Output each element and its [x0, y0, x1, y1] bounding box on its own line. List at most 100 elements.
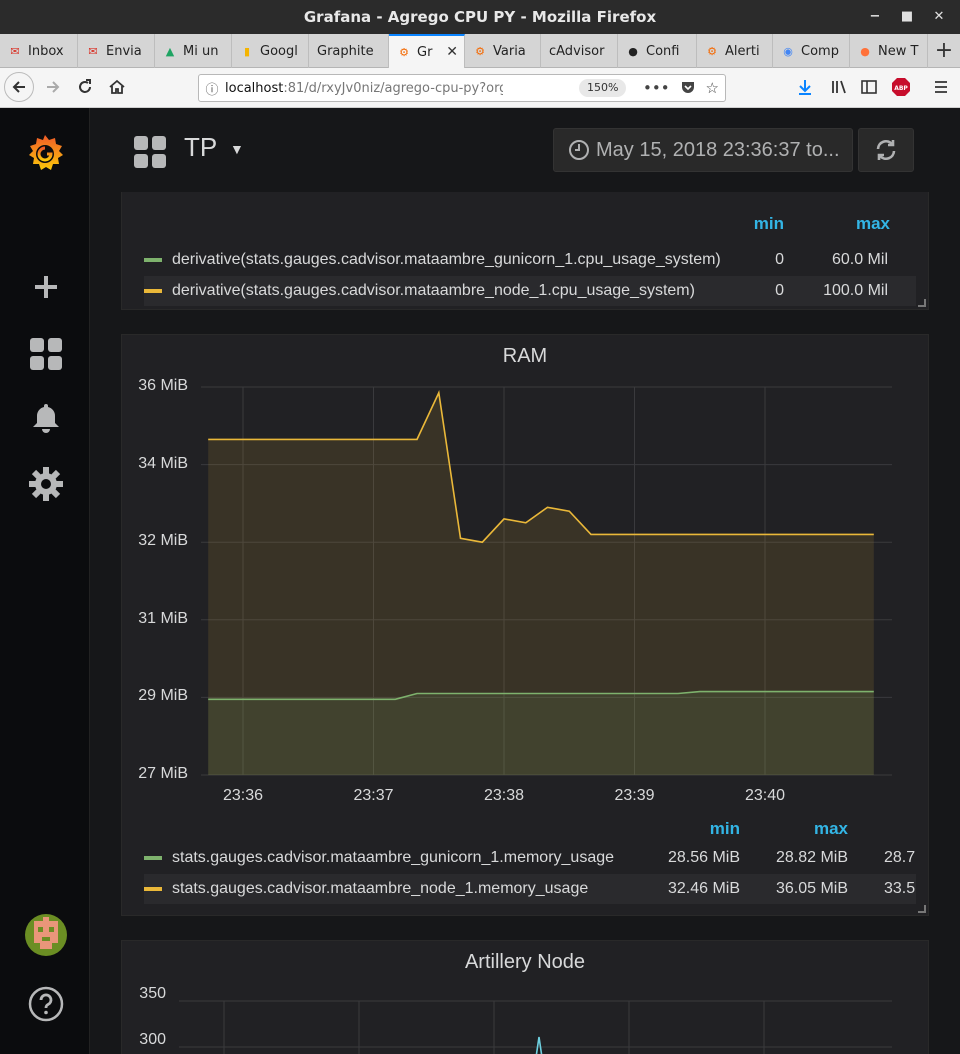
downloads-button[interactable] [790, 72, 820, 102]
legend-item[interactable]: derivative(stats.gauges.cadvisor.mataamb… [144, 276, 916, 306]
refresh-icon [876, 140, 896, 160]
tab-label: Gr [417, 45, 433, 60]
tab-label: New T [878, 43, 919, 59]
browser-tab[interactable]: ⚙ Varia [465, 34, 541, 68]
x-tick-label: 23:36 [222, 787, 264, 804]
sidebar-icon [861, 80, 877, 94]
arrow-left-icon [12, 81, 25, 93]
time-range-label: May 15, 2018 23:36:37 to... [596, 138, 840, 161]
series-min-value: 32.46 MiB [667, 880, 740, 897]
url-bar[interactable]: ⓘ localhost :81/d/rxyJv0niz/agrego-cpu-p… [198, 74, 726, 102]
legend-item[interactable]: derivative(stats.gauges.cadvisor.mataamb… [144, 245, 916, 275]
reload-button[interactable] [70, 72, 100, 102]
menu-button[interactable] [926, 72, 956, 102]
home-icon [109, 79, 125, 94]
time-range-picker[interactable]: May 15, 2018 23:36:37 to... [553, 128, 853, 172]
gmail-icon: ✉ [88, 44, 98, 58]
adblock-plus-icon: ABP [892, 78, 910, 96]
artillery-node-panel: Artillery Node 350 300 [121, 940, 929, 1054]
close-window-button[interactable]: ✕ [922, 0, 956, 34]
url-host: localhost [225, 80, 284, 96]
artillery-chart[interactable] [122, 941, 930, 1054]
adblock-button[interactable]: ABP [886, 72, 916, 102]
library-button[interactable] [824, 72, 854, 102]
grafana-sidemenu [0, 108, 90, 1054]
browser-tab[interactable]: ⚙ Gr ✕ [389, 34, 465, 69]
browser-tab[interactable]: ▲ Mi un [155, 34, 232, 68]
dashboard-search-button[interactable] [134, 136, 166, 173]
browser-tab[interactable]: cAdvisor [541, 34, 618, 68]
tab-label: Comp [801, 43, 839, 59]
y-tick-label: 300 [139, 1031, 166, 1048]
window-title-bar: Grafana - Agrego CPU PY - Mozilla Firefo… [0, 0, 960, 34]
forward-button[interactable] [38, 72, 68, 102]
dashboard-title-button[interactable]: TP ▼ [184, 132, 244, 163]
configuration-button[interactable] [26, 464, 66, 504]
home-button[interactable] [102, 72, 132, 102]
more-actions-icon[interactable]: ••• [643, 79, 670, 97]
ram-chart[interactable] [122, 335, 930, 805]
browser-tab[interactable]: ✉ Envia [78, 34, 155, 68]
y-tick-label: 34 MiB [138, 454, 188, 472]
pocket-icon[interactable] [680, 79, 696, 95]
legend-header-max[interactable]: max [796, 819, 848, 839]
gear-icon [29, 467, 63, 501]
browser-tab[interactable]: ✉ Inbox [0, 34, 78, 68]
new-tab-button[interactable]: + [928, 34, 960, 68]
dashboards-button[interactable] [26, 334, 66, 374]
maximize-button[interactable]: ■ [890, 0, 924, 34]
grafana-logo-button[interactable] [22, 130, 68, 176]
close-tab-icon[interactable]: ✕ [446, 44, 458, 60]
minimize-button[interactable]: − [858, 0, 892, 34]
series-color-swatch[interactable] [144, 856, 162, 860]
series-max-value: 60.0 Mil [831, 251, 888, 268]
browser-tab[interactable]: ▮ Googl [232, 34, 309, 68]
y-tick-label: 27 MiB [138, 765, 188, 782]
grafana-icon: ⚙ [475, 44, 485, 58]
browser-tab[interactable]: ● Confi [618, 34, 697, 68]
sidebar-button[interactable] [854, 72, 884, 102]
info-icon[interactable]: ⓘ [199, 79, 225, 98]
grafana-icon: ⚙ [707, 44, 717, 58]
series-color-swatch[interactable] [144, 258, 162, 262]
zoom-indicator[interactable]: 150% [579, 79, 627, 97]
panel-resize-handle[interactable] [918, 299, 926, 307]
legend-item[interactable]: stats.gauges.cadvisor.mataambre_node_1.m… [144, 874, 916, 904]
dashboards-grid-icon [134, 136, 166, 168]
tab-label: Googl [260, 43, 298, 59]
grafana-logo-icon [29, 135, 63, 170]
user-avatar-button[interactable] [25, 914, 67, 956]
bookmark-star-icon[interactable]: ☆ [706, 79, 719, 97]
alerting-button[interactable] [26, 398, 66, 438]
series-name: stats.gauges.cadvisor.mataambre_node_1.m… [172, 880, 589, 897]
series-avg-value: 33.5 [884, 880, 916, 897]
legend-header-min[interactable]: min [734, 214, 784, 234]
series-color-swatch[interactable] [144, 289, 162, 293]
x-tick-label: 23:40 [744, 787, 786, 804]
back-button[interactable] [4, 72, 34, 102]
help-button[interactable] [26, 984, 66, 1024]
series-line[interactable] [534, 1036, 544, 1054]
arrow-right-icon [47, 81, 60, 93]
legend-item[interactable]: stats.gauges.cadvisor.mataambre_gunicorn… [144, 843, 916, 873]
browser-tab[interactable]: Graphite [309, 34, 389, 68]
tab-label: Envia [106, 43, 142, 59]
y-tick-label: 31 MiB [138, 609, 188, 627]
panel-resize-handle[interactable] [918, 905, 926, 913]
create-button[interactable] [26, 267, 66, 307]
dashboard-main: 23:36 23:37 23:38 23:39 23:40 min max deriva… [90, 108, 960, 1054]
url-path: :81/d/rxyJv0niz/agrego-cpu-py?orgId=1&fr [283, 80, 504, 96]
browser-tab[interactable]: ⚙ Alerti [697, 34, 773, 68]
refresh-button[interactable] [858, 128, 914, 172]
tab-label: cAdvisor [549, 43, 605, 59]
browser-tab[interactable]: ◉ Comp [773, 34, 850, 68]
y-tick-label: 350 [139, 985, 166, 1002]
series-color-swatch[interactable] [144, 887, 162, 891]
tab-label: Graphite [317, 43, 374, 59]
tab-label: Varia [493, 43, 526, 59]
series-min-value: 0 [775, 251, 784, 268]
browser-tab[interactable]: ● New T [850, 34, 928, 68]
legend-header-min[interactable]: min [690, 819, 740, 839]
github-icon: ● [628, 44, 638, 58]
legend-header-max[interactable]: max [838, 214, 890, 234]
